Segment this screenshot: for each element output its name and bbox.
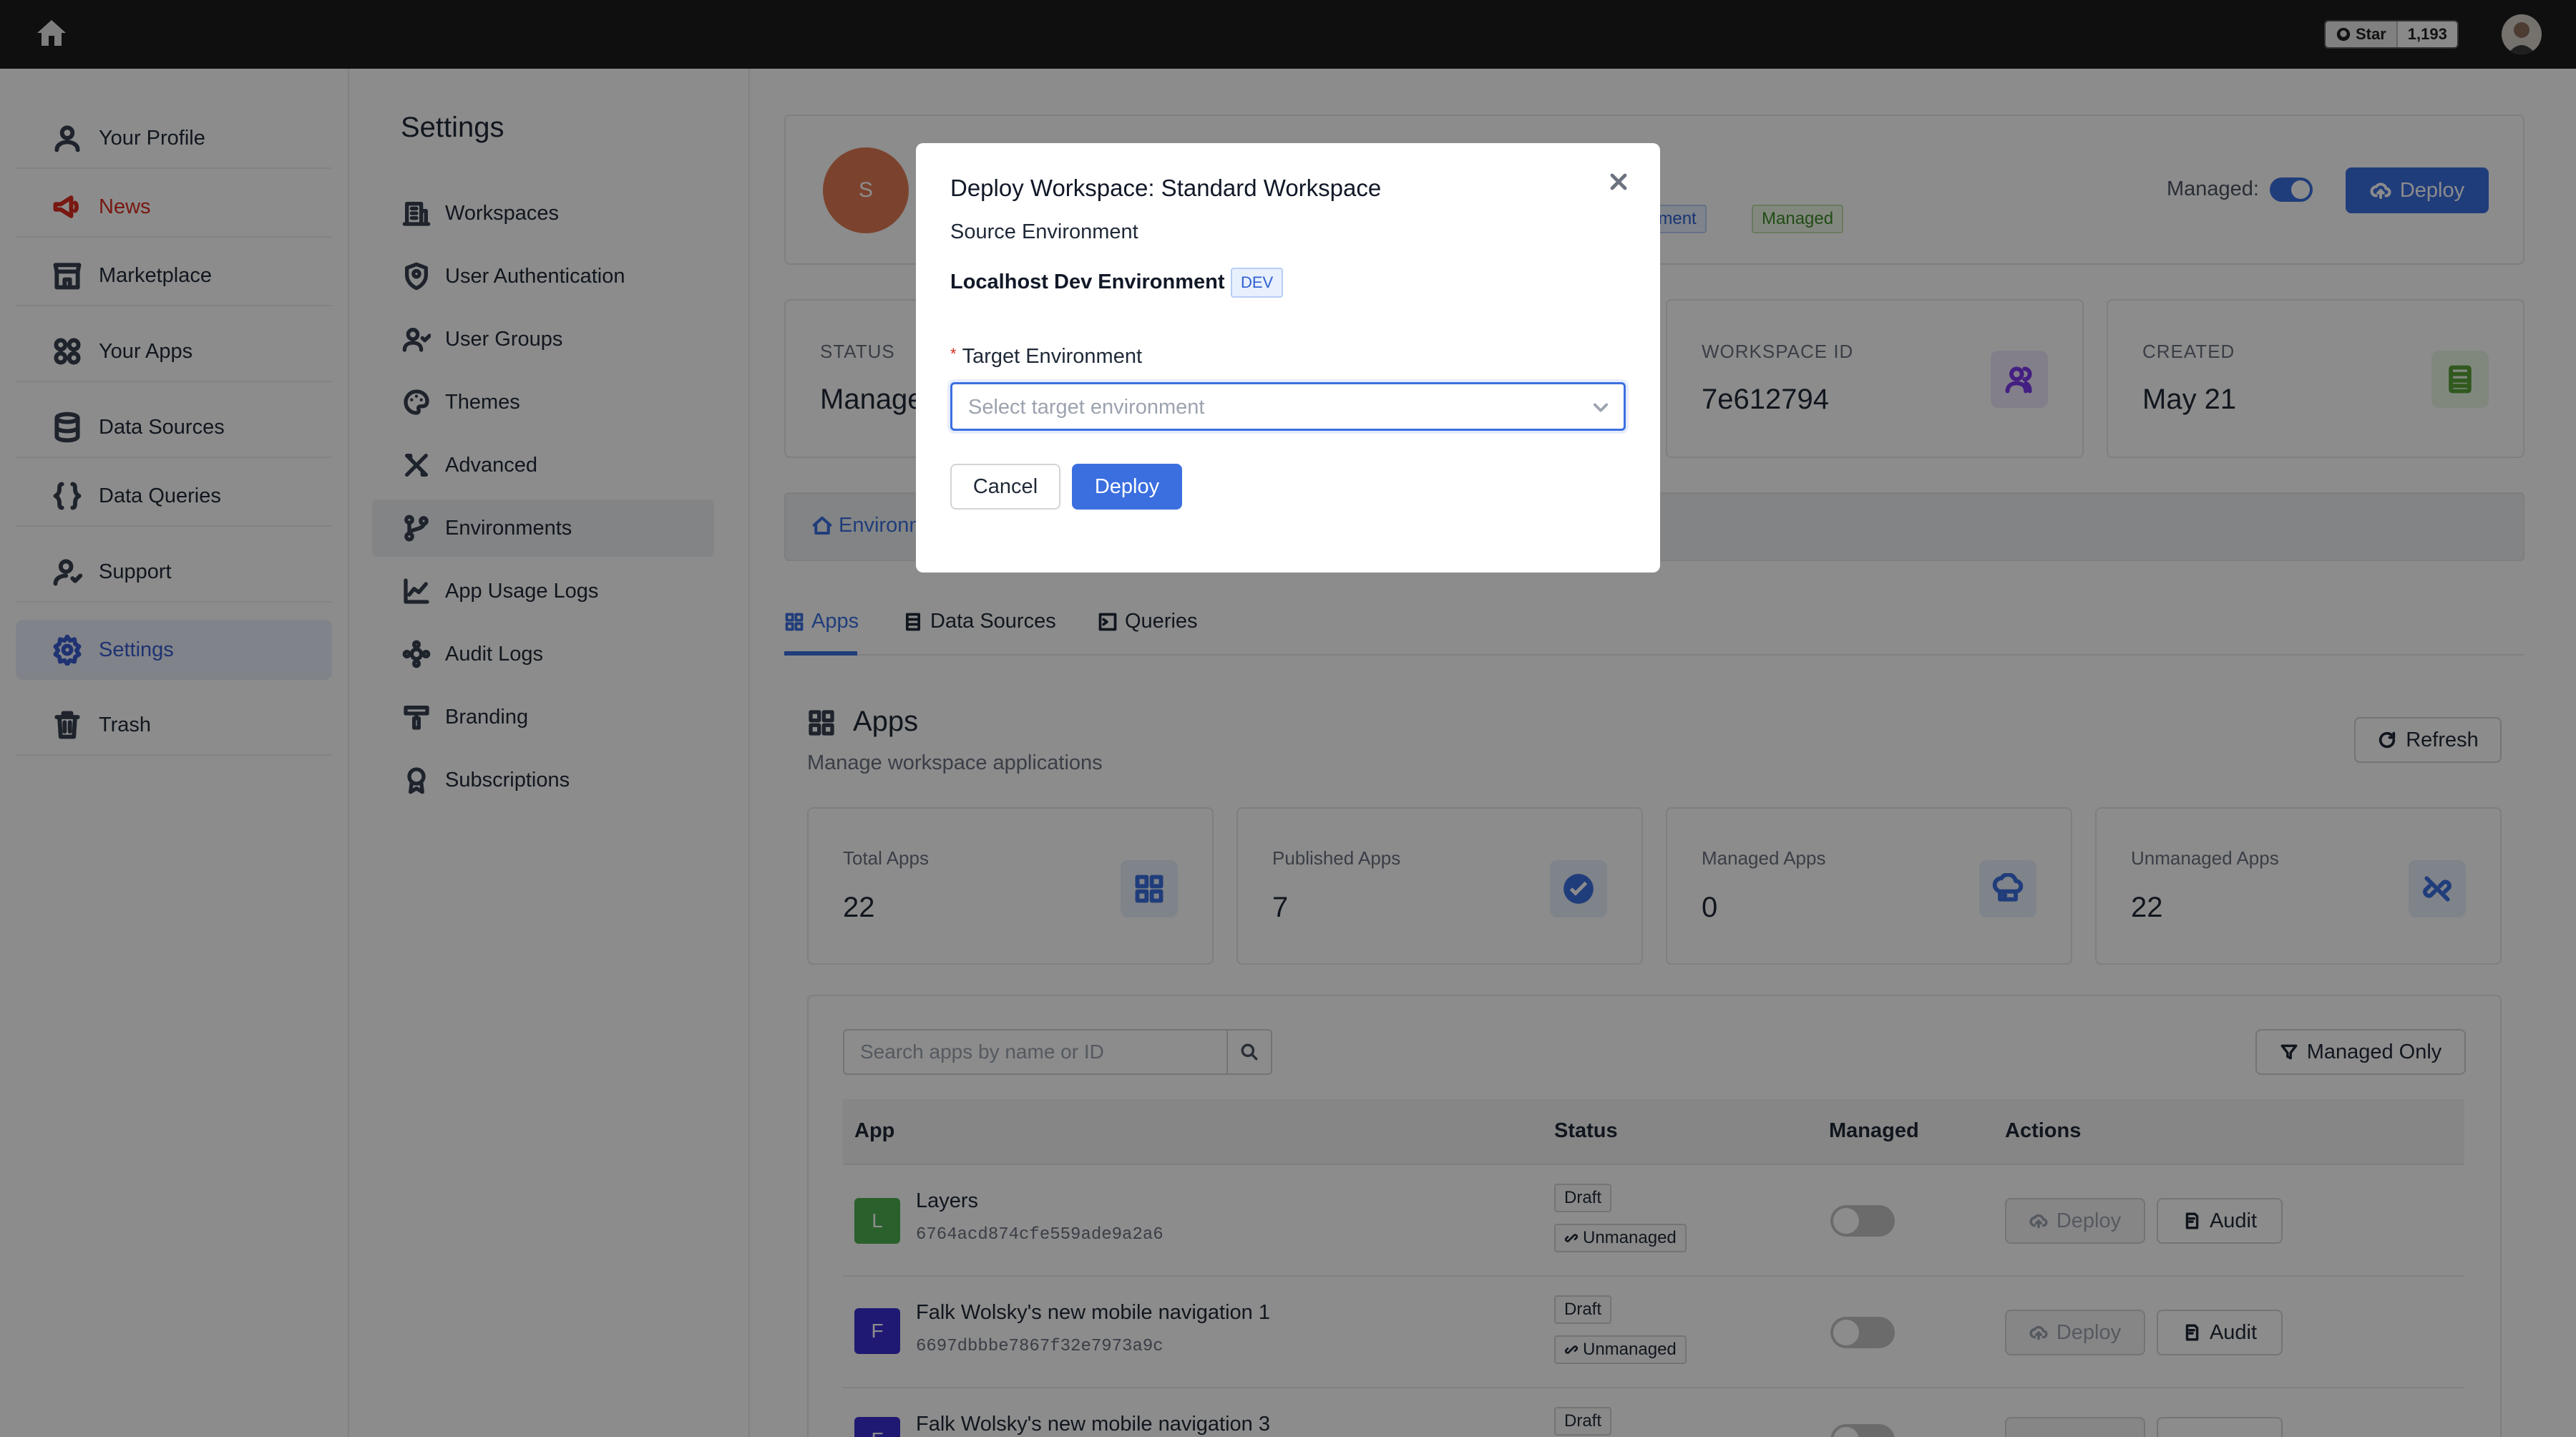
deploy-workspace-modal: Deploy Workspace: Standard Workspace Sou… — [916, 143, 1660, 573]
target-environment-placeholder: Select target environment — [968, 396, 1205, 419]
source-environment-label: Source Environment — [950, 220, 1138, 243]
required-mark: * — [950, 345, 957, 363]
target-environment-label: * Target Environment — [950, 345, 1142, 369]
target-environment-label-text: Target Environment — [962, 345, 1143, 368]
source-environment-name: Localhost Dev Environment — [950, 271, 1225, 293]
close-icon[interactable] — [1606, 169, 1631, 195]
deploy-button[interactable]: Deploy — [1072, 464, 1182, 510]
chevron-down-icon — [1591, 397, 1611, 417]
target-environment-select[interactable]: Select target environment — [950, 382, 1626, 431]
deploy-label: Deploy — [1094, 474, 1160, 498]
cancel-button[interactable]: Cancel — [950, 464, 1060, 510]
dev-badge: DEV — [1231, 268, 1284, 298]
cancel-label: Cancel — [972, 474, 1038, 498]
modal-title: Deploy Workspace: Standard Workspace — [950, 175, 1382, 201]
